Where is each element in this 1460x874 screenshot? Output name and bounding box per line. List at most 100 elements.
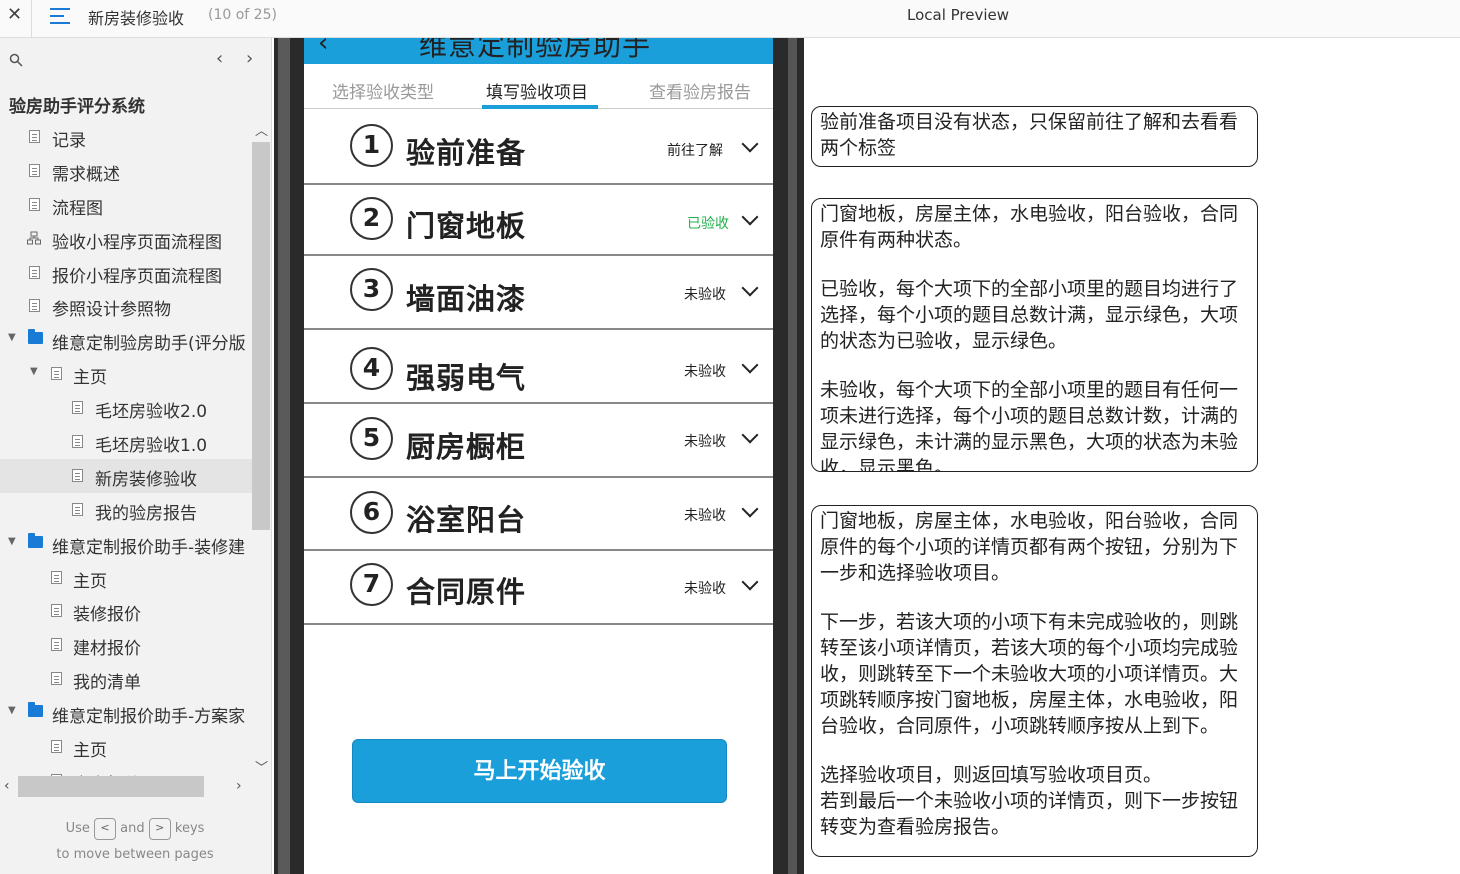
chevron-down-icon[interactable]	[741, 426, 759, 444]
inspection-item-wall-paint[interactable]: 3 墙面油漆 未验收	[304, 256, 773, 330]
page-icon	[29, 299, 40, 313]
item-status[interactable]: 未验收	[684, 505, 726, 525]
keyboard-hint: Use < and > keys to move between pages	[0, 816, 270, 868]
sidebar-item-home[interactable]: 主页	[0, 730, 252, 764]
sidebar-item-home[interactable]: ▼ 主页	[0, 357, 252, 391]
close-icon[interactable]: ✕	[7, 6, 22, 24]
expand-arrow-icon[interactable]: ▼	[8, 536, 16, 547]
note-text: 已验收，每个大项下的全部小项里的题目均进行了选择，每个小项的题目总数计满，显示绿…	[820, 278, 1239, 352]
vertical-scrollbar[interactable]	[252, 142, 270, 530]
sidebar-item-label: 记录	[52, 131, 86, 151]
sidebar-item-rough-house-2[interactable]: 毛坯房验收2.0	[0, 391, 252, 425]
sidebar-item-material-quote[interactable]: 建材报价	[0, 628, 252, 662]
inspection-item-doors-floor[interactable]: 2 门窗地板 已验收	[304, 185, 773, 256]
sidebar-item-new-house[interactable]: 新房装修验收	[0, 458, 252, 493]
sidebar-item-rough-house-1[interactable]: 毛坯房验收1.0	[0, 425, 252, 459]
sidebar-item-label: 需求概述	[52, 164, 120, 185]
app-title: 维意定制验房助手	[419, 38, 652, 62]
sidebar-item-label: 装修报价	[73, 605, 141, 626]
inspection-item-bathroom[interactable]: 6 浴室阳台 未验收	[304, 478, 773, 551]
sidebar-item-label: 维意定制验房助手(评分版	[52, 334, 246, 355]
sidebar-item-label: 流程图	[52, 198, 103, 219]
page-icon	[51, 740, 62, 754]
sidebar-folder-quote-plan[interactable]: ▼ 维意定制报价助手-方案家	[0, 696, 252, 730]
divider	[31, 0, 32, 38]
item-number: 4	[350, 347, 393, 390]
sidebar-item-label: 维意定制报价助手-方案家	[52, 707, 246, 728]
inspection-item-pre-check[interactable]: 1 验前准备 前往了解	[304, 110, 773, 185]
item-number: 1	[350, 124, 393, 167]
sidebar-item-requirements[interactable]: 需求概述	[0, 154, 252, 188]
note-text: 门窗地板，房屋主体，水电验收，阳台验收，合同原件的每个小项的详情页都有两个按钮，…	[820, 510, 1239, 584]
sidebar-folder-inspection-assistant[interactable]: ▼ 维意定制验房助手(评分版	[0, 323, 252, 357]
folder-icon	[28, 702, 43, 718]
key-prev: <	[94, 817, 116, 840]
sidebar-item-home[interactable]: 主页	[0, 561, 252, 595]
item-status[interactable]: 未验收	[684, 578, 726, 598]
expand-arrow-icon[interactable]: ▼	[8, 332, 16, 343]
item-status[interactable]: 已验收	[687, 213, 729, 233]
chevron-down-icon[interactable]	[741, 135, 759, 153]
scroll-down-icon[interactable]: ﹀	[255, 757, 268, 776]
page-icon	[51, 604, 62, 618]
scroll-up-icon[interactable]: ︿	[255, 120, 268, 139]
folder-icon	[28, 329, 43, 345]
horizontal-scrollbar[interactable]	[18, 776, 204, 797]
chevron-down-icon[interactable]	[741, 356, 759, 374]
chevron-down-icon[interactable]	[741, 279, 759, 297]
phone-bezel	[788, 38, 797, 874]
key-next: >	[148, 817, 171, 840]
search-icon[interactable]	[9, 53, 23, 67]
sidebar-item-label: 参照设计参照物	[52, 300, 171, 321]
sidebar-item-acceptance-flow[interactable]: 验收小程序页面流程图	[0, 222, 252, 256]
hamburger-menu-icon[interactable]	[50, 6, 70, 26]
expand-arrow-icon[interactable]: ▼	[30, 366, 38, 377]
page-title: 新房装修验收	[88, 9, 185, 28]
page-icon	[51, 570, 62, 584]
sidebar-item-label: 报价小程序页面流程图	[52, 266, 222, 287]
start-inspection-button[interactable]: 马上开始验收	[352, 739, 727, 803]
item-status[interactable]: 未验收	[684, 284, 726, 304]
top-bar: ✕ 新房装修验收 (10 of 25) Local Preview	[0, 0, 1460, 38]
sidebar-item-label: 新房装修验收	[95, 469, 197, 490]
item-status[interactable]: 前往了解	[667, 140, 723, 160]
scroll-right-icon[interactable]: ›	[236, 778, 242, 794]
item-name: 合同原件	[406, 575, 527, 609]
phone-bezel	[278, 38, 290, 874]
back-arrow-icon[interactable]: ‹	[318, 38, 328, 58]
item-status[interactable]: 未验收	[684, 431, 726, 451]
item-status[interactable]: 未验收	[684, 361, 726, 381]
sidebar-item-flowchart[interactable]: 流程图	[0, 188, 252, 222]
prev-page-icon[interactable]: ‹	[216, 48, 223, 69]
chevron-down-icon[interactable]	[741, 500, 759, 518]
tab-select-type[interactable]: 选择验收类型	[332, 78, 434, 103]
sidebar-item-renovation-quote[interactable]: 装修报价	[0, 594, 252, 628]
inspection-item-kitchen[interactable]: 5 厨房橱柜 未验收	[304, 404, 773, 478]
tab-fill-items[interactable]: 填写验收项目	[486, 78, 588, 103]
sidebar-item-my-list[interactable]: 我的清单	[0, 662, 252, 696]
inspection-item-contract[interactable]: 7 合同原件 未验收	[304, 551, 773, 625]
sidebar-item-design-reference[interactable]: 参照设计参照物	[0, 289, 252, 323]
scroll-left-icon[interactable]: ‹	[4, 778, 10, 794]
hint-text: keys	[174, 821, 205, 836]
expand-arrow-icon[interactable]: ▼	[8, 705, 16, 716]
sidebar-item-quote-flow[interactable]: 报价小程序页面流程图	[0, 256, 252, 290]
annotation-note: 门窗地板，房屋主体，水电验收，阳台验收，合同原件有两种状态。 已验收，每个大项下…	[811, 198, 1258, 472]
next-page-icon[interactable]: ›	[246, 48, 253, 69]
page-icon	[29, 163, 40, 177]
sidebar-folder-quote-renovation[interactable]: ▼ 维意定制报价助手-装修建	[0, 527, 252, 561]
inspection-item-electrical[interactable]: 4 强弱电气 未验收	[304, 330, 773, 404]
sidebar-item-label: 验收小程序页面流程图	[52, 232, 222, 253]
tab-view-report[interactable]: 查看验房报告	[649, 78, 751, 103]
item-name: 厨房橱柜	[406, 430, 527, 464]
sidebar-item-label: 毛坯房验收2.0	[95, 402, 208, 423]
chevron-down-icon[interactable]	[741, 208, 759, 226]
page-icon	[51, 638, 62, 652]
sidebar-item-label: 建材报价	[73, 639, 141, 660]
sidebar-item-my-report[interactable]: 我的验房报告	[0, 493, 252, 527]
folder-icon	[28, 532, 43, 548]
note-text: 门窗地板，房屋主体，水电验收，阳台验收，合同原件有两种状态。	[820, 203, 1239, 251]
chevron-down-icon[interactable]	[741, 573, 759, 591]
sidebar-item-record[interactable]: 记录	[0, 120, 252, 154]
page-count: (10 of 25)	[208, 7, 277, 23]
